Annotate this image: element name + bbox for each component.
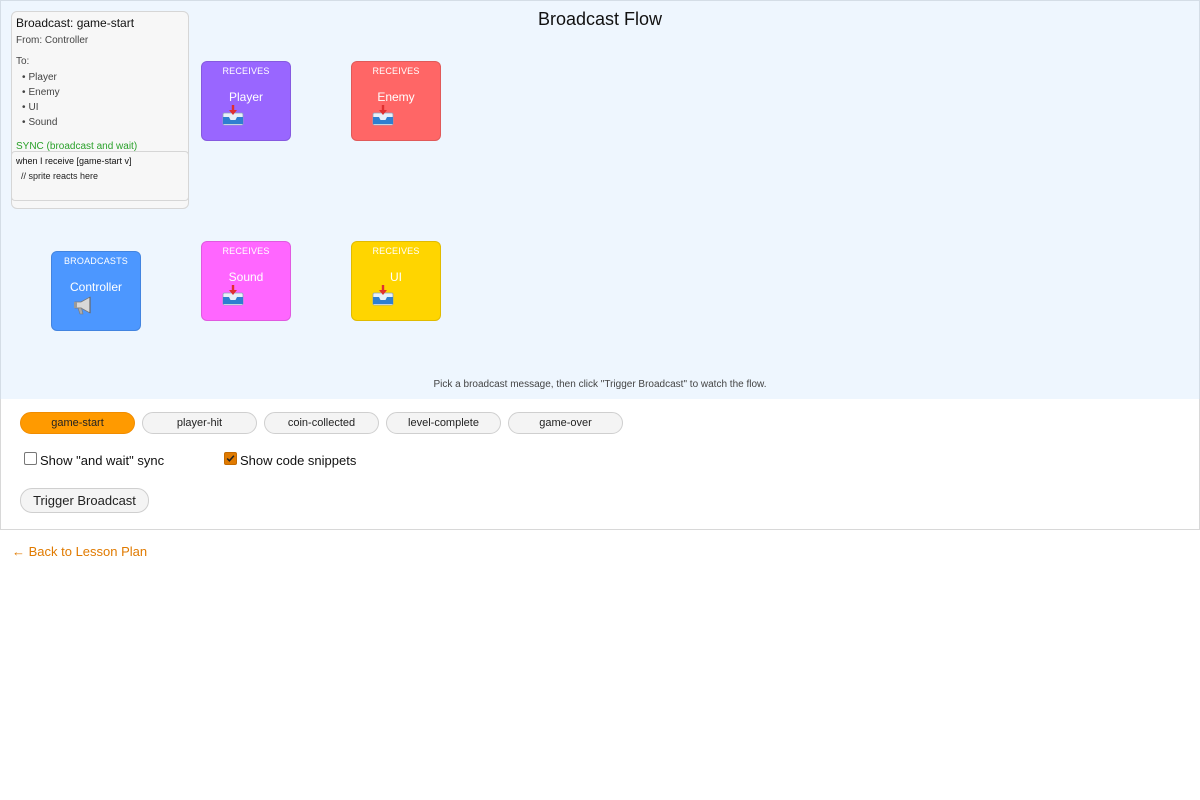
instruction-hint: Pick a broadcast message, then click "Tr… bbox=[433, 379, 767, 390]
sprite-role: BROADCASTS bbox=[63, 256, 128, 266]
code-line: // sprite reacts here bbox=[21, 171, 99, 181]
inbox-icon bbox=[222, 285, 244, 306]
back-to-lesson-link[interactable]: ← Back to Lesson Plan bbox=[12, 544, 147, 559]
inbox-icon bbox=[372, 105, 394, 126]
bullet-icon: • bbox=[22, 102, 26, 113]
broadcast-info-panel: Broadcast: game-start From: Controller T… bbox=[11, 11, 189, 209]
and-wait-option[interactable]: Show "and wait" sync bbox=[24, 452, 165, 468]
sprite-card-ui[interactable]: RECEIVES UI bbox=[351, 241, 441, 321]
code-snippet: when I receive [game-start v] // sprite … bbox=[11, 151, 189, 201]
message-chip-game-start[interactable]: game-start bbox=[20, 412, 135, 434]
recipient-list: • Player • Enemy • UI • Sound bbox=[22, 70, 60, 130]
recipient-item: • Enemy bbox=[22, 85, 60, 100]
recipient-name: Player bbox=[28, 72, 57, 83]
broadcast-stage: Broadcast Flow Broadcast: game-start Fro… bbox=[0, 0, 1200, 400]
sprite-role: RECEIVES bbox=[372, 246, 420, 256]
recipient-name: Enemy bbox=[28, 87, 60, 98]
info-title: Broadcast: game-start bbox=[16, 16, 135, 30]
recipient-item: • Sound bbox=[22, 115, 60, 130]
sprite-name: UI bbox=[390, 270, 402, 284]
recipient-name: Sound bbox=[28, 117, 58, 128]
check-icon bbox=[226, 455, 235, 462]
bullet-icon: • bbox=[22, 87, 26, 98]
megaphone-icon bbox=[74, 296, 91, 315]
sprite-name: Player bbox=[228, 90, 263, 104]
sprite-card-enemy[interactable]: RECEIVES Enemy bbox=[351, 61, 441, 141]
sprite-card-sound[interactable]: RECEIVES Sound bbox=[201, 241, 291, 321]
and-wait-label: Show "and wait" sync bbox=[40, 453, 165, 468]
bullet-icon: • bbox=[22, 117, 26, 128]
recipient-name: UI bbox=[28, 102, 39, 113]
info-from: From: Controller bbox=[16, 35, 89, 46]
inbox-icon bbox=[222, 105, 244, 126]
bullet-icon: • bbox=[22, 72, 26, 83]
message-chip-level-complete[interactable]: level-complete bbox=[386, 412, 501, 434]
inbox-icon bbox=[372, 285, 394, 306]
and-wait-checkbox[interactable] bbox=[24, 452, 37, 465]
message-chip-player-hit[interactable]: player-hit bbox=[142, 412, 257, 434]
trigger-broadcast-button[interactable]: Trigger Broadcast bbox=[20, 488, 149, 513]
sprite-card-player[interactable]: RECEIVES Player bbox=[201, 61, 291, 141]
message-chip-game-over[interactable]: game-over bbox=[508, 412, 623, 434]
sprite-role: RECEIVES bbox=[372, 66, 420, 76]
recipient-item: • Player bbox=[22, 70, 60, 85]
sprite-role: RECEIVES bbox=[222, 246, 270, 256]
message-chip-coin-collected[interactable]: coin-collected bbox=[264, 412, 379, 434]
recipient-item: • UI bbox=[22, 100, 60, 115]
snippets-checkbox[interactable] bbox=[224, 452, 237, 465]
sprite-name: Controller bbox=[69, 280, 123, 294]
sprite-name: Enemy bbox=[377, 90, 415, 104]
snippets-option[interactable]: Show code snippets bbox=[224, 452, 357, 468]
snippets-label: Show code snippets bbox=[240, 453, 357, 468]
sprite-card-controller[interactable]: BROADCASTS Controller bbox=[51, 251, 141, 331]
info-to-label: To: bbox=[16, 56, 30, 67]
sprite-role: RECEIVES bbox=[222, 66, 270, 76]
code-line: when I receive [game-start v] bbox=[16, 156, 132, 166]
sprite-name: Sound bbox=[228, 270, 264, 284]
